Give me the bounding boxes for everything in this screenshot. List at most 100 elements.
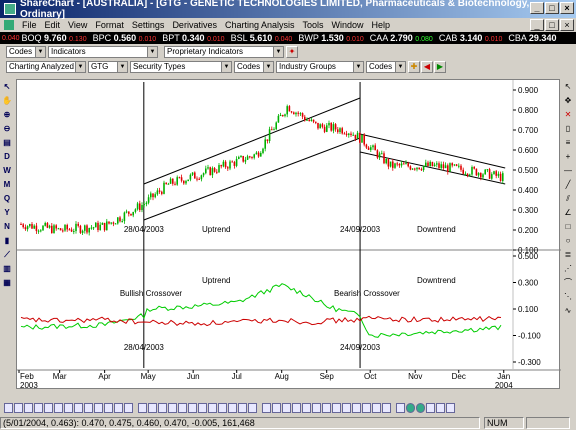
bottom-tool-icon[interactable] [218, 403, 227, 413]
menu-charting-analysis[interactable]: Charting Analysis [221, 20, 299, 30]
bottom-tool-icon[interactable] [362, 403, 371, 413]
bottom-tool-icon[interactable] [228, 403, 237, 413]
bottom-tool-icon[interactable] [54, 403, 63, 413]
cross-icon[interactable]: + [561, 150, 575, 164]
ticker-item[interactable]: CBA 29.340 [508, 33, 556, 43]
ticker-item[interactable]: BSL 5.610 0.040 [231, 33, 293, 43]
trendline-icon[interactable]: ╱ [561, 178, 575, 192]
cycle-icon[interactable]: ∿ [561, 304, 575, 318]
bottom-tool-icon[interactable] [114, 403, 123, 413]
ticker-item[interactable]: BPC 0.560 0.010 [93, 33, 157, 43]
bottom-tool-icon[interactable] [426, 403, 435, 413]
chart-type-icon[interactable]: ▤ [0, 136, 14, 150]
forward-arrow-icon[interactable]: ▶ [434, 61, 446, 73]
menu-help[interactable]: Help [368, 20, 395, 30]
bottom-tool-icon[interactable] [238, 403, 247, 413]
period-monthly[interactable]: M [0, 178, 14, 192]
chart-panel[interactable]: 0.900 0.800 0.700 0.600 0.500 0.400 0.300 0.200… [16, 79, 561, 390]
refresh-button[interactable]: ✦ [286, 46, 298, 58]
proprietary-indicators-combo[interactable]: Proprietary Indicators ▼ [164, 46, 284, 58]
codes-combo-3[interactable]: Codes ▼ [366, 61, 406, 73]
ticker-item[interactable]: CAA 2.790 0.080 [370, 33, 433, 43]
period-weekly[interactable]: W [0, 164, 14, 178]
bottom-tool-icon[interactable] [436, 403, 445, 413]
move-icon[interactable]: ✥ [561, 94, 575, 108]
bottom-tool-icon[interactable] [14, 403, 23, 413]
close-button[interactable]: × [560, 2, 574, 14]
bookmark-icon[interactable]: ▯ [561, 122, 575, 136]
bottom-tool-icon[interactable] [322, 403, 331, 413]
pointer-icon[interactable]: ↖ [0, 80, 14, 94]
hand-icon[interactable]: ✋ [0, 94, 14, 108]
period-daily[interactable]: D [0, 150, 14, 164]
bar-chart-icon[interactable]: ▮ [0, 234, 14, 248]
bottom-tool-icon[interactable] [342, 403, 351, 413]
zoom-in-icon[interactable]: ⊕ [0, 108, 14, 122]
volume-icon[interactable]: ▦ [0, 276, 14, 290]
indicators-combo[interactable]: Indicators ▼ [48, 46, 158, 58]
bottom-tool-icon[interactable] [104, 403, 113, 413]
bottom-tool-icon[interactable] [446, 403, 455, 413]
bottom-tool-icon[interactable] [158, 403, 167, 413]
bottom-tool-icon[interactable] [332, 403, 341, 413]
bottom-tool-icon[interactable] [64, 403, 73, 413]
bottom-tool-icon[interactable] [188, 403, 197, 413]
delete-icon[interactable]: ✕ [561, 108, 575, 122]
menu-file[interactable]: File [18, 20, 41, 30]
bottom-tool-icon[interactable] [406, 403, 415, 413]
ticker-item[interactable]: BOQ 9.760 0.130 [22, 33, 87, 43]
bottom-tool-icon[interactable] [282, 403, 291, 413]
menu-derivatives[interactable]: Derivatives [168, 20, 221, 30]
bottom-tool-icon[interactable] [262, 403, 271, 413]
fan-icon[interactable]: ⋰ [561, 262, 575, 276]
bottom-tool-icon[interactable] [382, 403, 391, 413]
bottom-tool-icon[interactable] [148, 403, 157, 413]
zoom-out-icon[interactable]: ⊖ [0, 122, 14, 136]
bottom-tool-icon[interactable] [208, 403, 217, 413]
charting-analyzed-combo[interactable]: Charting Analyzed Li ▼ [6, 61, 86, 73]
security-types-combo[interactable]: Security Types ▼ [130, 61, 232, 73]
maximize-button[interactable]: □ [545, 2, 559, 14]
document-icon[interactable] [4, 20, 14, 30]
menu-settings[interactable]: Settings [128, 20, 169, 30]
menu-tools[interactable]: Tools [299, 20, 328, 30]
bottom-tool-icon[interactable] [124, 403, 133, 413]
bottom-tool-icon[interactable] [248, 403, 257, 413]
bottom-tool-icon[interactable] [34, 403, 43, 413]
ticker-item[interactable]: BPT 0.340 0.010 [162, 33, 224, 43]
bottom-tool-icon[interactable] [74, 403, 83, 413]
fibonacci-icon[interactable]: ≣ [561, 248, 575, 262]
select-icon[interactable]: ↖ [561, 80, 575, 94]
bottom-tool-icon[interactable] [292, 403, 301, 413]
period-yearly[interactable]: Y [0, 206, 14, 220]
codes-combo[interactable]: Codes ▼ [6, 46, 46, 58]
horizontal-line-icon[interactable]: — [561, 164, 575, 178]
angle-icon[interactable]: ∠ [561, 206, 575, 220]
bottom-tool-icon[interactable] [312, 403, 321, 413]
mdi-minimize-button[interactable]: _ [530, 19, 544, 31]
indicator-icon[interactable]: ▥ [0, 262, 14, 276]
gann-icon[interactable]: ⋱ [561, 290, 575, 304]
arc-icon[interactable]: ⌒ [561, 276, 575, 290]
bottom-tool-icon[interactable] [352, 403, 361, 413]
menu-window[interactable]: Window [328, 20, 368, 30]
menu-edit[interactable]: Edit [41, 20, 65, 30]
bottom-tool-icon[interactable] [372, 403, 381, 413]
minimize-button[interactable]: _ [530, 2, 544, 14]
rectangle-icon[interactable]: □ [561, 220, 575, 234]
menu-view[interactable]: View [64, 20, 91, 30]
mdi-close-button[interactable]: × [560, 19, 574, 31]
mdi-restore-button[interactable]: □ [545, 19, 559, 31]
bottom-tool-icon[interactable] [84, 403, 93, 413]
period-quarterly[interactable]: Q [0, 192, 14, 206]
chart-svg[interactable]: 0.900 0.800 0.700 0.600 0.500 0.400 0.300 0.200… [17, 80, 561, 390]
codes-combo-2[interactable]: Codes ▼ [234, 61, 274, 73]
line-chart-icon[interactable]: ⟋ [0, 248, 14, 262]
security-code-combo[interactable]: GTG ▼ [88, 61, 128, 73]
text-icon[interactable]: ≡ [561, 136, 575, 150]
bottom-tool-icon[interactable] [198, 403, 207, 413]
bottom-tool-icon[interactable] [4, 403, 13, 413]
circle-icon[interactable]: ○ [561, 234, 575, 248]
bottom-tool-icon[interactable] [396, 403, 405, 413]
bottom-tool-icon[interactable] [138, 403, 147, 413]
